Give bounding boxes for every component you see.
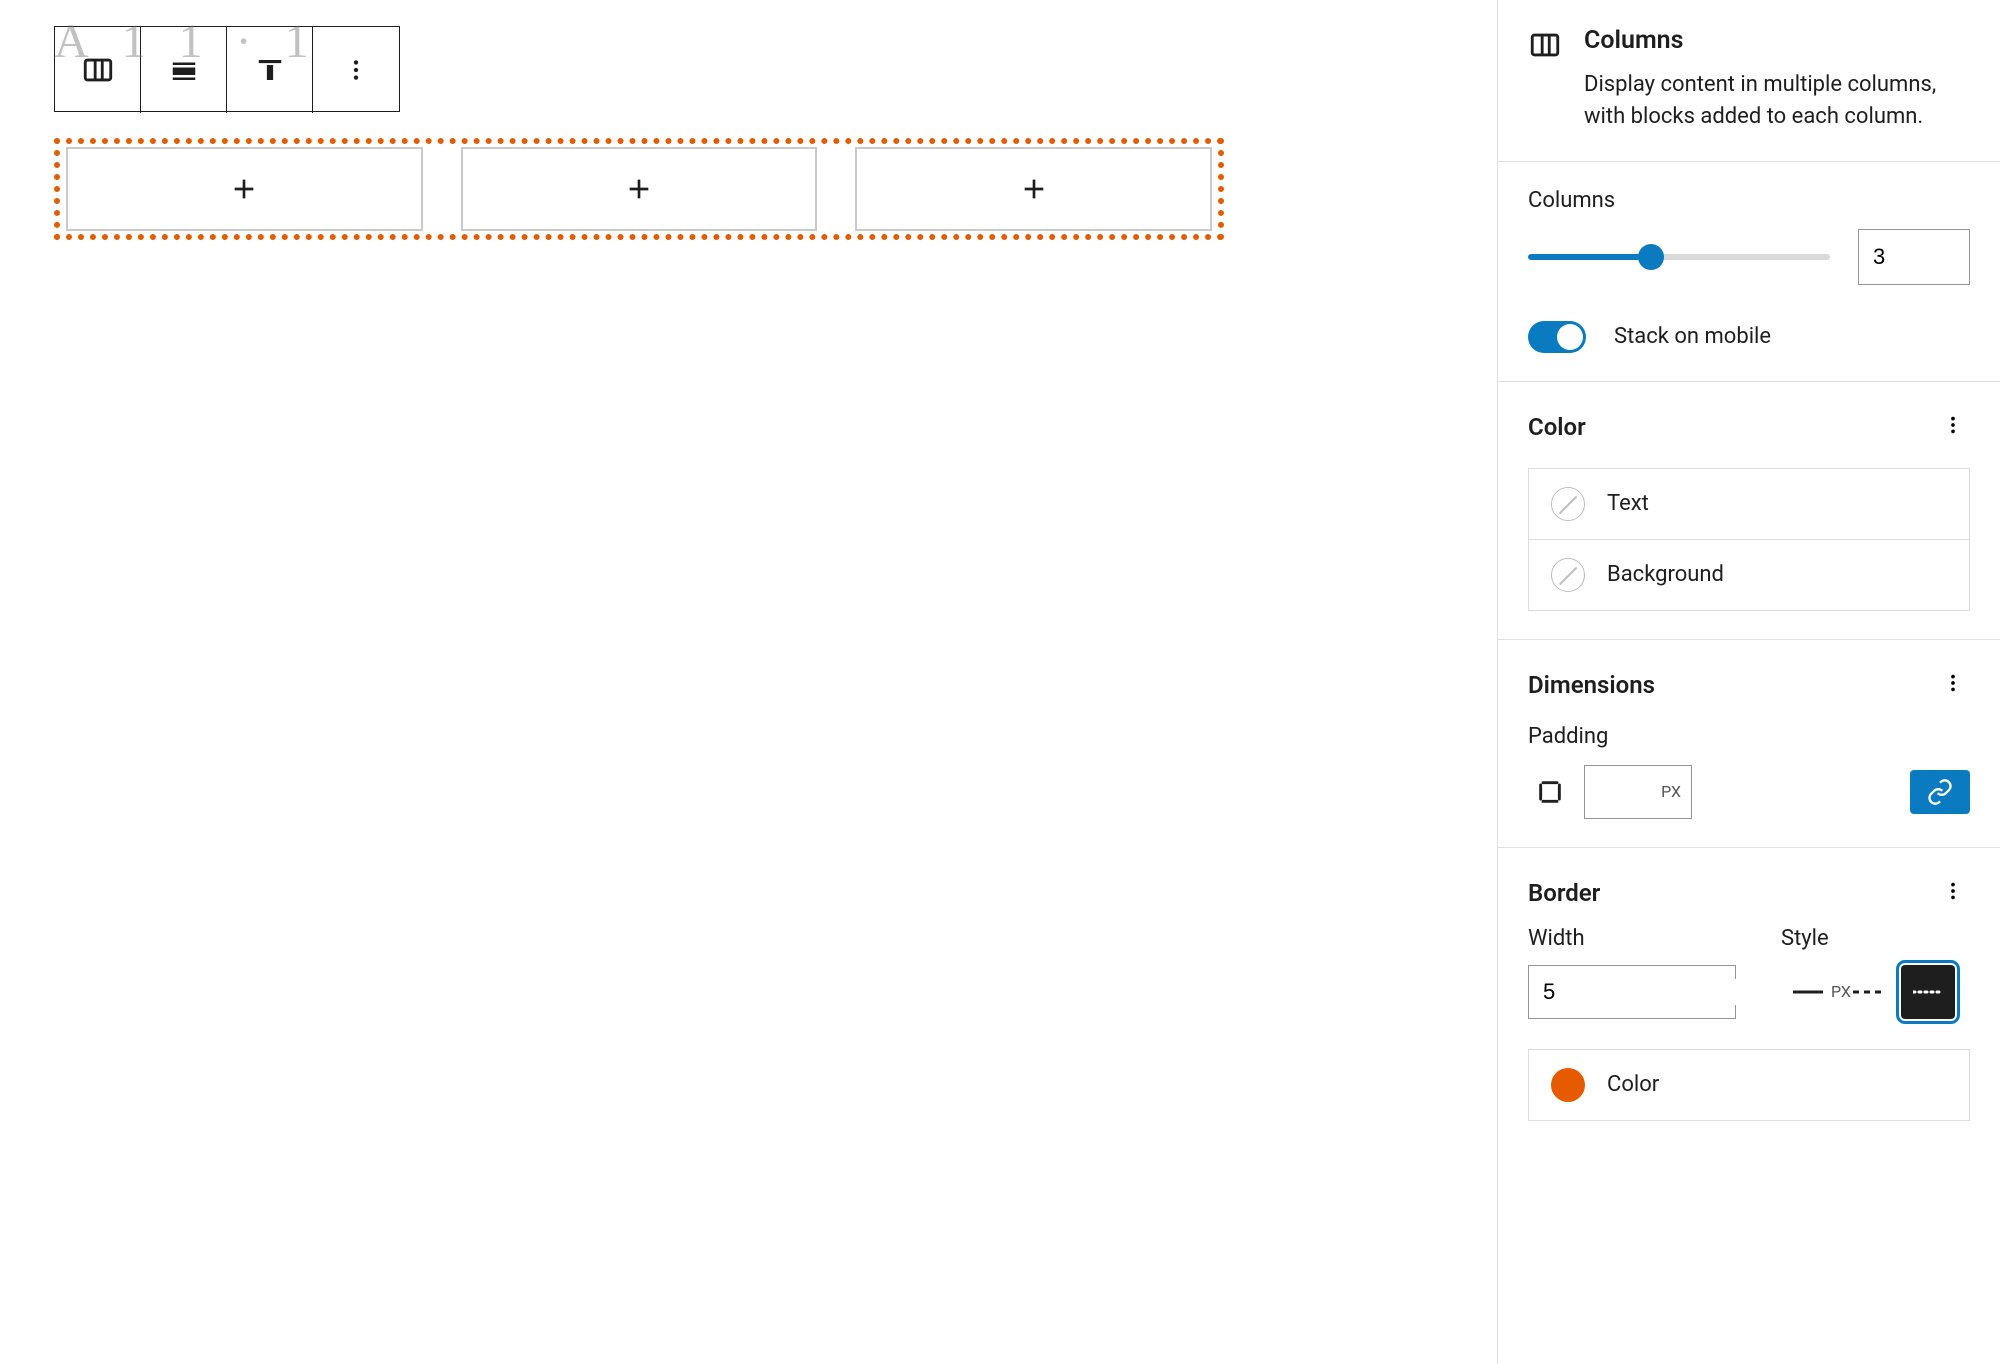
color-swatch-icon xyxy=(1551,1068,1585,1102)
color-panel: Color Text Background xyxy=(1498,382,2000,640)
border-width-input-wrapper: PX xyxy=(1528,965,1736,1019)
more-options-button[interactable] xyxy=(313,27,399,113)
editor-canvas[interactable]: A 1 1 · 1 xyxy=(0,0,1497,1364)
color-heading: Color xyxy=(1528,413,1586,441)
plus-icon xyxy=(623,173,655,205)
columns-icon xyxy=(1528,28,1562,62)
stack-on-mobile-toggle[interactable] xyxy=(1528,321,1586,353)
link-sides-button[interactable] xyxy=(1910,770,1970,814)
block-title: Columns xyxy=(1584,26,1970,55)
columns-settings-panel: Columns Stack on mobile xyxy=(1498,162,2000,382)
stack-on-mobile-label: Stack on mobile xyxy=(1614,324,1771,349)
empty-swatch-icon xyxy=(1551,487,1585,521)
more-vertical-icon xyxy=(343,57,369,83)
link-icon xyxy=(1926,778,1954,806)
border-color-label: Color xyxy=(1607,1072,1659,1097)
more-vertical-icon xyxy=(1942,672,1964,694)
border-width-label: Width xyxy=(1528,926,1736,951)
color-panel-options[interactable] xyxy=(1936,408,1970,446)
background-color-label: Background xyxy=(1607,562,1724,587)
column-appender-3[interactable] xyxy=(855,147,1212,231)
border-panel-options[interactable] xyxy=(1936,874,1970,912)
border-style-dotted[interactable] xyxy=(1901,965,1955,1019)
dimensions-panel-options[interactable] xyxy=(1936,666,1970,704)
align-top-icon xyxy=(255,55,285,85)
solid-line-icon xyxy=(1793,989,1823,995)
block-type-columns-button[interactable] xyxy=(55,27,141,113)
border-style-solid[interactable] xyxy=(1781,965,1835,1019)
settings-sidebar: Columns Display content in multiple colu… xyxy=(1497,0,2000,1364)
plus-icon xyxy=(1018,173,1050,205)
column-appender-1[interactable] xyxy=(66,147,423,231)
border-heading: Border xyxy=(1528,879,1600,907)
vertical-alignment-button[interactable] xyxy=(227,27,313,113)
more-vertical-icon xyxy=(1942,414,1964,436)
box-sides-icon xyxy=(1536,778,1564,806)
padding-sides-button[interactable] xyxy=(1528,770,1572,814)
block-card: Columns Display content in multiple colu… xyxy=(1498,0,2000,162)
dashed-line-icon xyxy=(1853,989,1883,995)
block-description: Display content in multiple columns, wit… xyxy=(1584,69,1970,133)
border-style-dashed[interactable] xyxy=(1841,965,1895,1019)
change-alignment-button[interactable] xyxy=(141,27,227,113)
more-vertical-icon xyxy=(1942,880,1964,902)
dimensions-heading: Dimensions xyxy=(1528,671,1655,699)
align-wide-icon xyxy=(169,55,199,85)
columns-icon xyxy=(81,53,115,87)
border-panel: Border Width PX Style xyxy=(1498,848,2000,1149)
padding-input[interactable] xyxy=(1606,780,1661,803)
columns-count-slider[interactable] xyxy=(1528,254,1830,260)
border-style-label: Style xyxy=(1781,926,1955,951)
text-color-label: Text xyxy=(1607,491,1649,516)
background-color-button[interactable]: Background xyxy=(1529,540,1969,610)
plus-icon xyxy=(228,173,260,205)
dotted-line-icon xyxy=(1913,989,1943,995)
dimensions-panel: Dimensions Padding PX xyxy=(1498,640,2000,848)
padding-label: Padding xyxy=(1528,724,1970,749)
padding-unit: PX xyxy=(1661,782,1681,801)
block-toolbar xyxy=(54,26,400,112)
columns-block-selected[interactable] xyxy=(54,138,1224,240)
column-appender-2[interactable] xyxy=(461,147,818,231)
border-color-button[interactable]: Color xyxy=(1529,1050,1969,1120)
columns-count-input[interactable] xyxy=(1858,229,1970,285)
columns-count-label: Columns xyxy=(1528,188,1970,213)
padding-input-wrapper: PX xyxy=(1584,765,1692,819)
text-color-button[interactable]: Text xyxy=(1529,469,1969,540)
empty-swatch-icon xyxy=(1551,558,1585,592)
